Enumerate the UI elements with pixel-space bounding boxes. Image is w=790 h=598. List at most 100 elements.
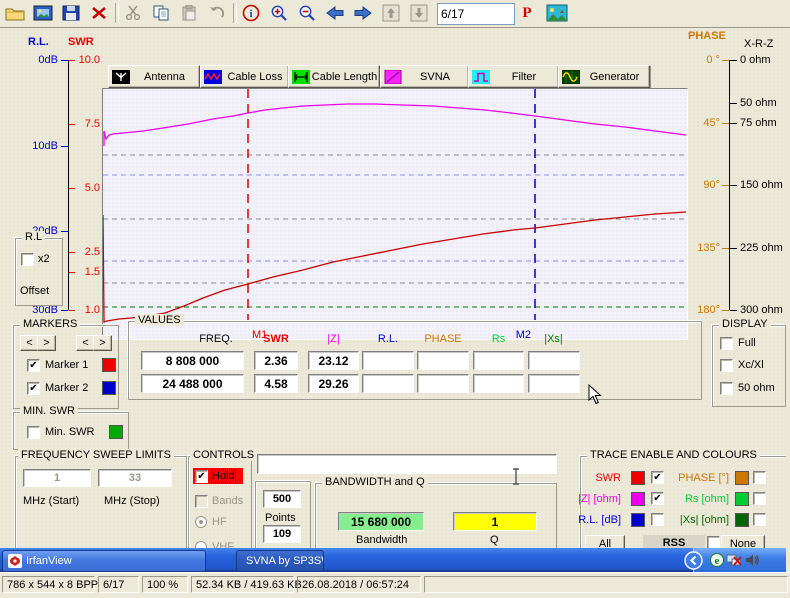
info-icon[interactable]: i [238,1,264,25]
m2-freq-field[interactable]: 24 488 000 [141,374,244,393]
volume-icon[interactable] [745,553,759,567]
zoom-in-icon[interactable] [266,1,292,25]
bandwidth-field[interactable]: 15 680 000 [338,512,424,531]
nav-cable-loss-button[interactable]: Cable Loss [200,65,289,88]
min-swr-checkbox[interactable] [27,426,40,439]
m1-z-field[interactable]: 23.12 [308,351,359,370]
marker1-label: Marker 1 [45,359,88,371]
values-header-z: |Z| [308,333,359,345]
display-full-label: Full [738,337,756,349]
taskbar-irfanview-button[interactable]: IrfanView [2,550,206,572]
m1-rl-field[interactable] [362,351,414,370]
trace-rs-swatch[interactable] [735,492,749,506]
trace-swr-checkbox[interactable]: ✔ [651,471,664,484]
trace-swr-swatch[interactable] [631,471,645,485]
antenna-icon [112,70,130,84]
points-500-field[interactable]: 500 [263,490,301,508]
save-icon[interactable] [58,1,84,25]
network-offline-icon[interactable] [726,553,743,567]
back-icon[interactable] [322,1,348,25]
nav-cable-length-button[interactable]: Cable Length [288,65,380,88]
marker1-color-swatch[interactable] [102,358,116,372]
marker1-checkbox[interactable]: ✔ [27,359,40,372]
m1-freq-field[interactable]: 8 808 000 [141,351,244,370]
values-title: VALUES [135,314,184,326]
phase-tick-label: 0 ° [684,54,720,66]
hold-checkbox[interactable]: ✔ [195,470,208,483]
nav-antenna-label: Antenna [130,71,199,83]
trace-rs-label: Rs [ohm] [669,493,729,505]
ohm-tick [730,103,737,104]
trace-phase-swatch[interactable] [735,471,749,485]
slideshow-icon[interactable] [30,1,56,25]
delete-icon[interactable] [86,1,112,25]
display-50ohm-checkbox[interactable] [720,382,733,395]
trace-rs-checkbox[interactable] [753,492,766,505]
trace-z-swatch[interactable] [631,492,645,506]
nav-antenna-button[interactable]: Antenna [108,65,200,88]
values-header-rs: Rs [473,333,524,345]
m2-phase-field[interactable] [417,374,469,393]
copy-icon[interactable] [148,1,174,25]
m2-z-field[interactable]: 29.26 [308,374,359,393]
trace-rl-swatch[interactable] [631,513,645,527]
open-folder-icon[interactable] [2,1,28,25]
marker1-next-button[interactable]: > [37,335,56,351]
swr-tick-label: 10.0 [70,54,100,66]
phase-tick-label: 135° [684,242,720,254]
freq-start-field[interactable]: 1 [23,469,91,487]
trace-xs-swatch[interactable] [735,513,749,527]
m1-xs-field[interactable] [528,351,580,370]
display-full-checkbox[interactable] [720,337,733,350]
marker2-checkbox[interactable]: ✔ [27,382,40,395]
m2-rs-field[interactable] [473,374,524,393]
m1-swr-field[interactable]: 2.36 [254,351,298,370]
m2-swr-field[interactable]: 4.58 [254,374,298,393]
phase-axis-title: PHASE [688,30,726,42]
display-title: DISPLAY [719,318,771,330]
trace-enable-title: TRACE ENABLE AND COLOURS [587,449,760,461]
values-header-xs: |Xs| [528,333,579,345]
trace-xs-checkbox[interactable] [753,513,766,526]
zoom-out-icon[interactable] [294,1,320,25]
forward-icon[interactable] [350,1,376,25]
rl-tick-label: 0dB [20,54,58,66]
trace-z-checkbox[interactable]: ✔ [651,492,664,505]
x2-checkbox[interactable] [21,253,34,266]
rl-offset-group: R.L x2 Offset [15,238,63,306]
m1-phase-field[interactable] [417,351,469,370]
m2-rl-field[interactable] [362,374,414,393]
collapse-arrow-icon[interactable] [684,551,703,570]
nav-svna-button[interactable]: SVNA [380,65,469,88]
min-swr-color-swatch[interactable] [109,425,123,439]
m1-rs-field[interactable] [473,351,524,370]
phase-tick-label: 180° [684,304,720,316]
marker2-next-button[interactable]: > [93,335,112,351]
freq-stop-field[interactable]: 33 [98,469,172,487]
ohm-tick [730,248,737,249]
q-field[interactable]: 1 [453,512,537,531]
rl-tick [61,146,68,147]
display-xcxl-checkbox[interactable] [720,359,733,372]
system-tray: e [693,548,786,572]
bandwidth-title: BANDWIDTH and Q [322,476,428,488]
ohm-tick-label: 225 ohm [740,242,783,254]
nav-filter-button[interactable]: Filter [468,65,559,88]
m2-xs-field[interactable] [528,374,580,393]
trace-phase-checkbox[interactable] [753,471,766,484]
trace-SWR [103,212,686,322]
antivirus-e-icon[interactable]: e [710,553,724,567]
nav-generator-button[interactable]: Generator [558,65,650,88]
bandwidth-label: Bandwidth [356,534,407,546]
taskbar-svna-button[interactable]: SVNA by SP3SWJ - S... [236,550,324,572]
phase-tick [722,185,729,186]
wallpaper-icon[interactable] [544,1,570,25]
trace-z-label: |Z| [ohm] [571,493,621,505]
page-number-input[interactable] [437,3,515,25]
print-p-icon[interactable]: P [514,1,540,25]
points-109-field[interactable]: 109 [263,525,301,543]
rl-tick [61,60,68,61]
chart-plot[interactable]: M1M2 [102,88,688,340]
marker2-color-swatch[interactable] [102,381,116,395]
nav-svna-label: SVNA [402,71,468,83]
